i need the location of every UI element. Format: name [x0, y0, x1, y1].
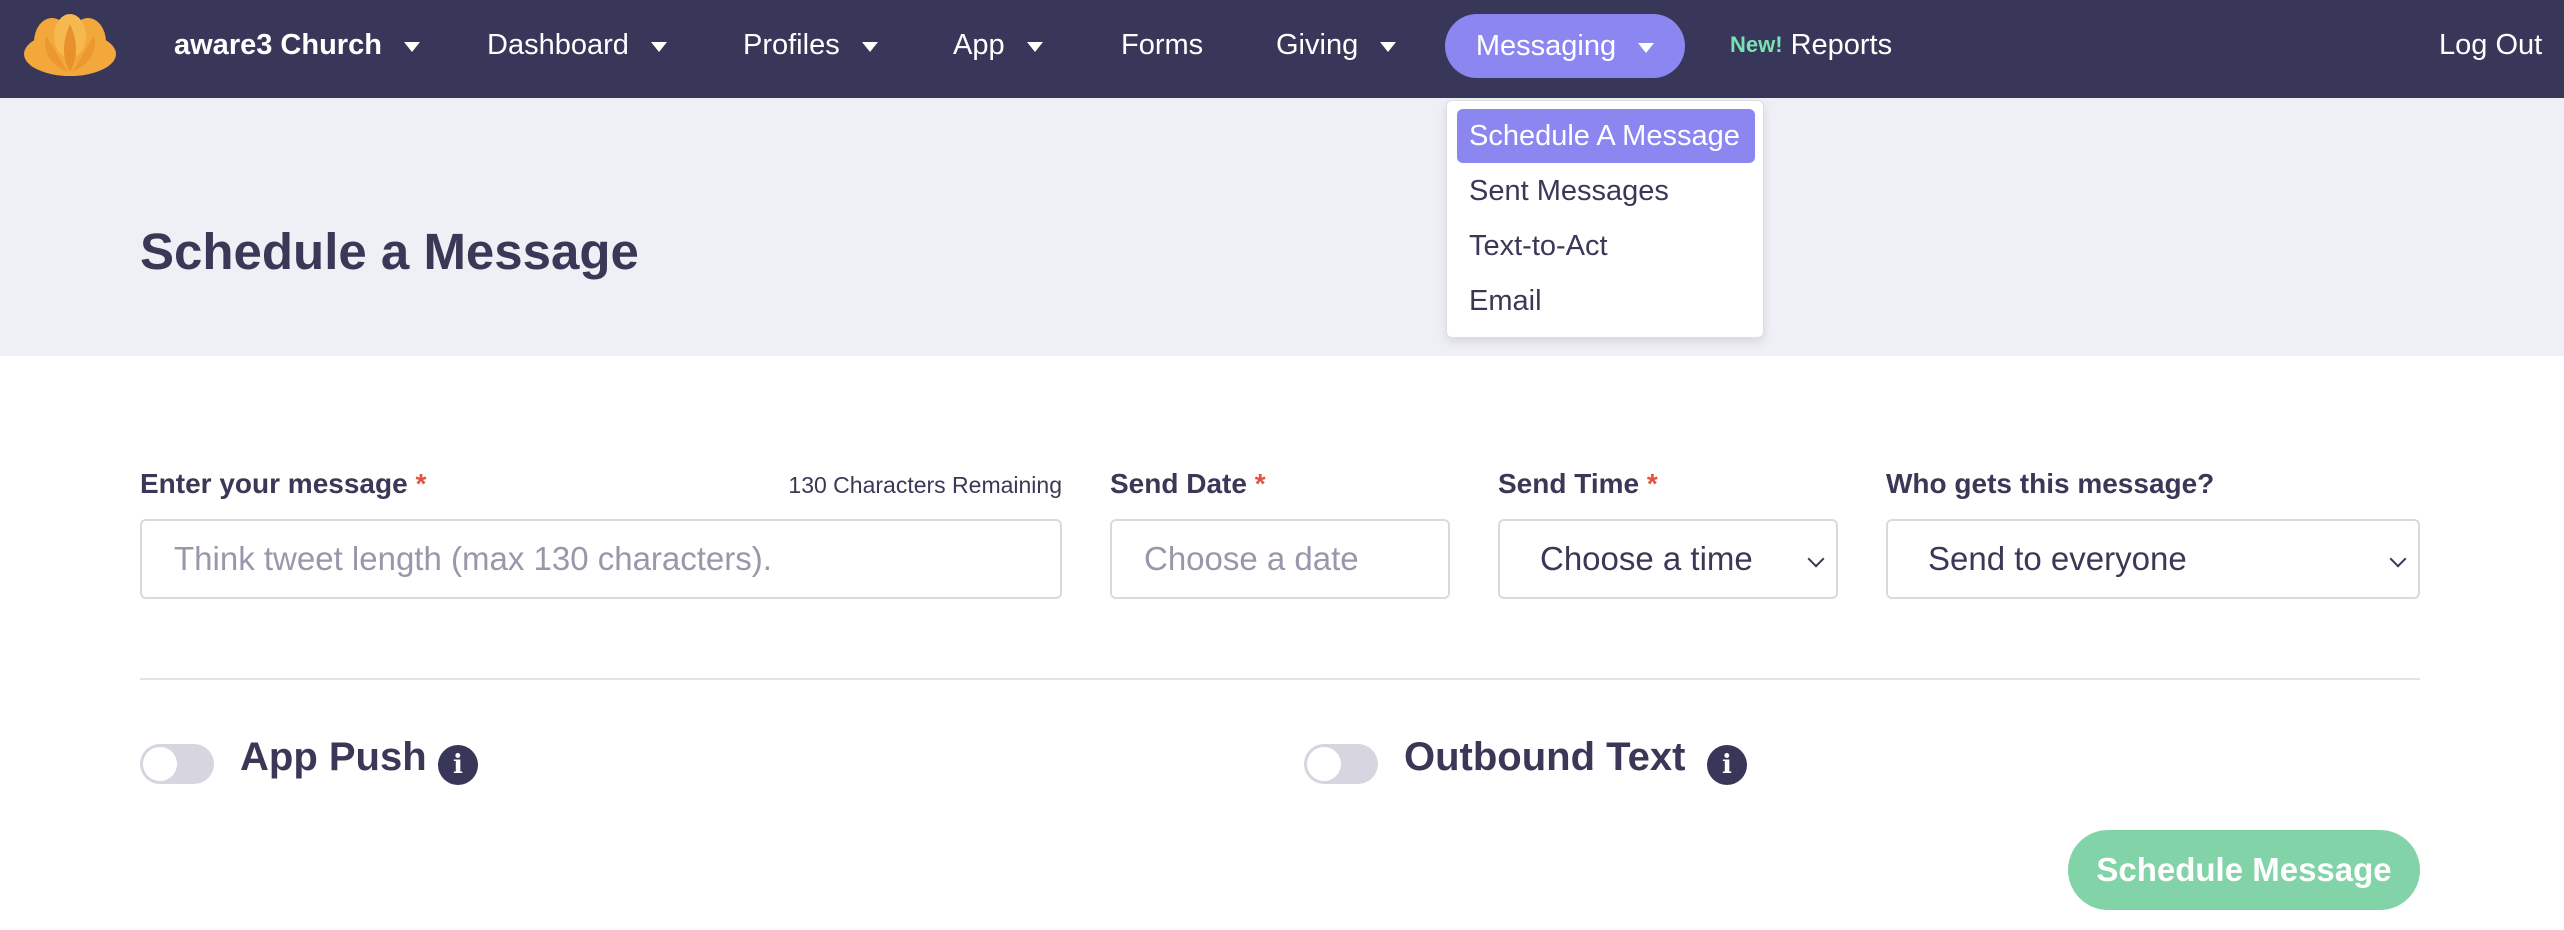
nav-reports-label: Reports	[1790, 28, 1893, 61]
nav-messaging-label: Messaging	[1475, 29, 1617, 62]
nav-forms[interactable]: Forms	[1121, 0, 1203, 90]
message-input[interactable]: Think tweet length (max 130 characters).	[140, 519, 1062, 599]
menu-item-email[interactable]: Email	[1457, 274, 1755, 328]
send-time-label-text: Send Time	[1498, 468, 1640, 499]
caret-down-icon	[1380, 42, 1397, 52]
message-placeholder: Think tweet length (max 130 characters).	[174, 540, 772, 577]
recipients-label: Who gets this message?	[1886, 468, 2214, 500]
nav-app[interactable]: App	[953, 0, 1043, 90]
char-count: 130 Characters Remaining	[788, 472, 1062, 498]
toggle-knob	[1307, 747, 1341, 781]
caret-down-icon	[650, 42, 667, 52]
menu-item-text-to-act[interactable]: Text-to-Act	[1457, 219, 1755, 273]
top-nav: aware3 Church Dashboard Profiles App For…	[0, 0, 2564, 98]
send-date-label: Send Date *	[1110, 468, 1266, 500]
send-date-placeholder: Choose a date	[1144, 540, 1359, 577]
aware3-logo-icon[interactable]	[22, 12, 118, 76]
nav-messaging[interactable]: Messaging	[1445, 14, 1685, 78]
nav-reports[interactable]: New! Reports	[1730, 0, 1892, 90]
menu-item-sent-messages[interactable]: Sent Messages	[1457, 164, 1755, 218]
app-push-toggle[interactable]	[140, 744, 214, 784]
menu-item-schedule-a-message[interactable]: Schedule A Message	[1457, 109, 1755, 163]
nav-dashboard-label: Dashboard	[487, 28, 629, 61]
nav-dashboard[interactable]: Dashboard	[487, 0, 667, 90]
nav-org-switcher[interactable]: aware3 Church	[174, 0, 420, 90]
nav-profiles[interactable]: Profiles	[743, 0, 878, 90]
outbound-text-toggle[interactable]	[1304, 744, 1378, 784]
caret-down-icon	[403, 42, 420, 52]
send-time-label: Send Time *	[1498, 468, 1658, 500]
nav-app-label: App	[953, 28, 1005, 61]
required-mark: *	[415, 468, 427, 499]
caret-down-icon	[1026, 42, 1043, 52]
chevron-down-icon	[2389, 550, 2407, 568]
nav-brand-label: aware3 Church	[174, 28, 382, 61]
send-date-label-text: Send Date	[1110, 468, 1247, 499]
logout-link[interactable]: Log Out	[2439, 0, 2542, 90]
toggle-knob	[143, 747, 177, 781]
outbound-text-label: Outbound Text	[1404, 735, 1686, 779]
caret-down-icon	[861, 42, 878, 52]
recipients-label-text: Who gets this message?	[1886, 468, 2215, 499]
required-mark: *	[1646, 468, 1658, 499]
message-label-text: Enter your message	[140, 468, 408, 499]
logout-label: Log Out	[2439, 28, 2543, 61]
recipients-select[interactable]: Send to everyone	[1886, 519, 2420, 599]
caret-down-icon	[1638, 43, 1655, 53]
nav-profiles-label: Profiles	[743, 28, 840, 61]
section-divider	[140, 678, 2420, 680]
new-badge: New!	[1730, 32, 1783, 57]
nav-forms-label: Forms	[1121, 28, 1204, 61]
send-time-select[interactable]: Choose a time	[1498, 519, 1838, 599]
message-label: Enter your message *	[140, 468, 426, 500]
info-icon[interactable]: i	[438, 745, 478, 785]
nav-giving-label: Giving	[1276, 28, 1359, 61]
nav-giving[interactable]: Giving	[1276, 0, 1397, 90]
schedule-message-button[interactable]: Schedule Message	[2068, 830, 2420, 910]
chevron-down-icon	[1807, 550, 1825, 568]
recipients-value: Send to everyone	[1928, 540, 2187, 577]
page-title: Schedule a Message	[140, 223, 639, 280]
send-time-value: Choose a time	[1540, 540, 1753, 577]
messaging-dropdown-menu: Schedule A Message Sent Messages Text-to…	[1446, 100, 1764, 338]
info-icon[interactable]: i	[1707, 745, 1747, 785]
app-push-label: App Push	[240, 735, 427, 779]
required-mark: *	[1254, 468, 1266, 499]
send-date-input[interactable]: Choose a date	[1110, 519, 1450, 599]
